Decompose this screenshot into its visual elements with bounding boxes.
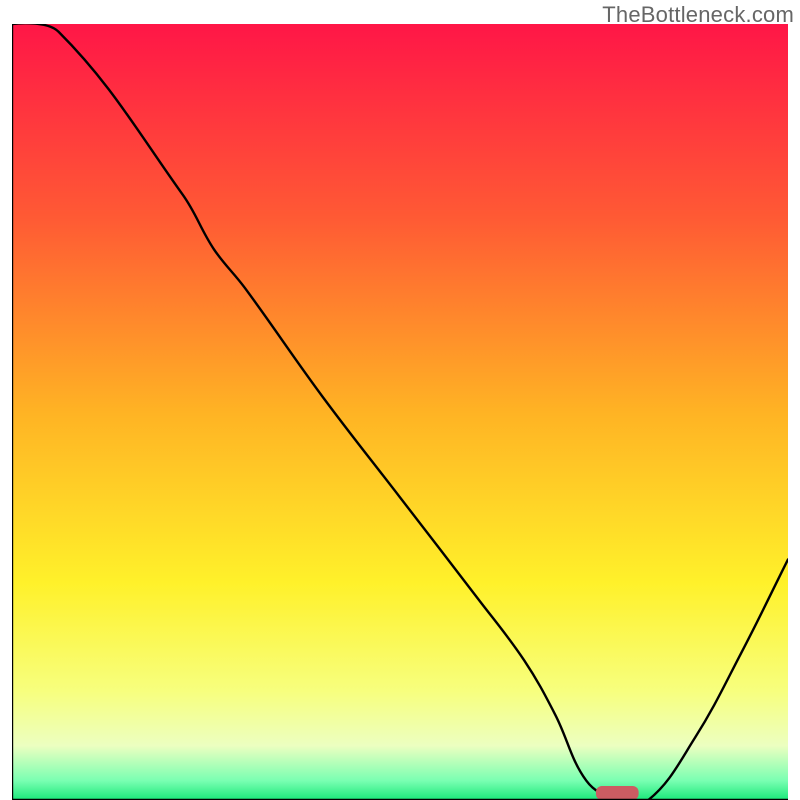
plot-area: [12, 24, 788, 800]
chart-svg: [12, 24, 788, 800]
optimal-marker: [596, 786, 639, 800]
gradient-background: [12, 24, 788, 800]
chart-stage: TheBottleneck.com: [0, 0, 800, 800]
watermark-text: TheBottleneck.com: [602, 2, 794, 28]
